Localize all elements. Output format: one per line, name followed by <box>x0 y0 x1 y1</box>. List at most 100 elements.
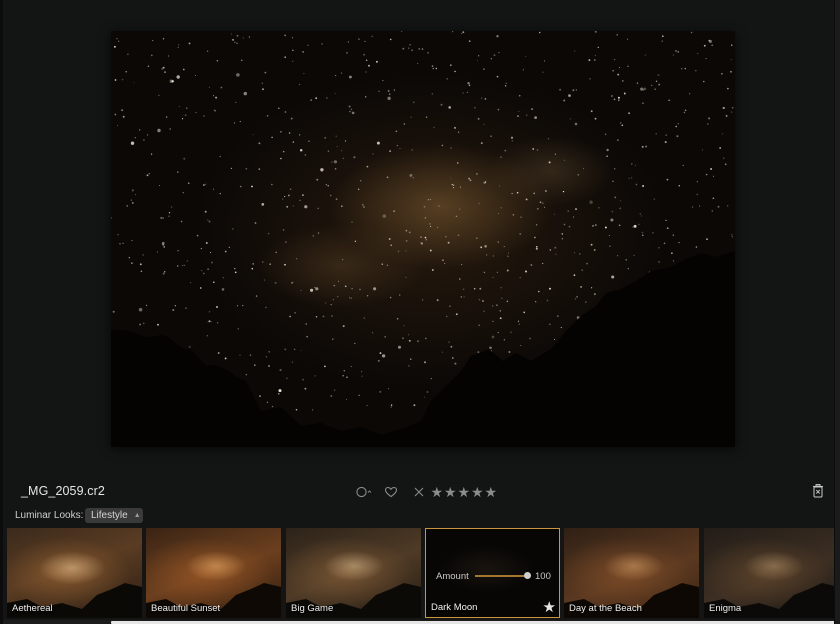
star-point <box>657 74 660 77</box>
star-point <box>205 242 208 244</box>
star-point <box>202 272 205 275</box>
star-point <box>160 216 163 219</box>
star-point <box>658 261 660 263</box>
filmstrip-scrollbar[interactable] <box>3 620 836 624</box>
star-point <box>411 149 413 151</box>
rating-star-2[interactable]: ★ <box>444 484 458 500</box>
star-point <box>284 34 286 37</box>
look-thumbnail-dark-moon[interactable]: Amount 100 Dark Moon ★ <box>425 528 560 618</box>
look-thumbnail-beautiful-sunset[interactable]: Beautiful Sunset <box>146 528 281 618</box>
star-point <box>178 44 180 46</box>
star-point <box>483 68 485 70</box>
star-point <box>731 235 734 238</box>
star-point <box>142 138 145 141</box>
star-point <box>186 260 189 262</box>
star-point <box>387 96 391 101</box>
star-point <box>523 311 526 314</box>
color-label-button[interactable] <box>355 484 373 500</box>
rating-star-3[interactable]: ★ <box>457 484 471 500</box>
star-point <box>632 226 634 228</box>
star-point <box>675 50 677 52</box>
star-point <box>421 242 423 245</box>
look-thumbnail-aethereal[interactable]: Aethereal <box>7 528 142 618</box>
star-point <box>187 182 190 185</box>
star-point <box>585 301 587 303</box>
star-point <box>332 338 334 340</box>
star-point <box>500 287 502 289</box>
star-point <box>245 167 248 170</box>
star-point <box>219 155 221 158</box>
star-point <box>282 229 285 231</box>
star-point <box>696 181 698 183</box>
star-point <box>420 236 422 239</box>
star-point <box>131 240 133 242</box>
star-point <box>405 229 408 232</box>
star-point <box>401 31 403 32</box>
star-point <box>717 205 720 208</box>
look-thumbnail-big-game[interactable]: Big Game <box>286 528 421 618</box>
star-point <box>332 299 334 301</box>
star-point <box>304 205 308 209</box>
star-point <box>710 168 713 170</box>
star-point <box>409 173 413 177</box>
star-point <box>504 85 507 87</box>
star-point <box>224 357 227 360</box>
star-point <box>466 91 468 93</box>
star-point <box>591 287 593 289</box>
star-point <box>386 176 389 179</box>
star-point <box>665 219 667 222</box>
amount-slider-handle[interactable] <box>524 572 531 579</box>
looks-category-dropdown[interactable]: Lifestyle ▲ <box>85 508 143 523</box>
star-point <box>162 272 165 275</box>
star-point <box>292 49 294 51</box>
star-point <box>497 108 500 111</box>
star-point <box>626 38 629 40</box>
look-thumbnail-enigma[interactable]: Enigma <box>704 528 839 618</box>
star-point <box>554 246 557 249</box>
delete-button[interactable] <box>811 483 825 499</box>
star-point <box>476 60 479 62</box>
rating-star-4[interactable]: ★ <box>471 484 485 500</box>
star-point <box>206 334 209 337</box>
star-point <box>208 220 211 223</box>
star-point <box>490 58 492 60</box>
star-point <box>619 200 621 202</box>
star-point <box>322 315 325 318</box>
star-point <box>461 33 463 35</box>
photo-info-bar: _MG_2059.cr2 ★ ★ ★ ★ ★ <box>3 478 834 506</box>
star-point <box>390 404 393 406</box>
star-point <box>535 247 538 250</box>
star-point <box>252 263 255 265</box>
star-point <box>618 99 620 101</box>
photo-filename: _MG_2059.cr2 <box>21 484 105 498</box>
main-photo[interactable] <box>111 31 735 447</box>
star-point <box>181 264 184 266</box>
reject-button[interactable] <box>412 484 426 500</box>
amount-slider[interactable] <box>475 571 531 581</box>
star-point <box>366 295 369 297</box>
star-point <box>121 78 124 81</box>
star-point <box>462 92 464 94</box>
star-point <box>305 323 307 325</box>
favorite-star-icon[interactable]: ★ <box>543 598 556 616</box>
star-point <box>164 271 166 273</box>
star-point <box>529 337 531 340</box>
star-point <box>148 173 150 175</box>
star-point <box>672 234 675 236</box>
star-point <box>280 130 282 133</box>
star-point <box>450 147 452 149</box>
star-point <box>183 264 185 266</box>
star-point <box>429 249 432 252</box>
star-point <box>341 258 344 261</box>
star-point <box>239 354 241 356</box>
star-point <box>133 82 135 84</box>
star-point <box>430 378 432 380</box>
look-thumbnail-day-at-the-beach[interactable]: Day at the Beach <box>564 528 699 618</box>
rating-star-5[interactable]: ★ <box>484 484 498 500</box>
favorite-button[interactable] <box>383 484 399 500</box>
star-point <box>562 190 565 193</box>
star-point <box>292 37 294 39</box>
star-point <box>426 391 429 393</box>
star-point <box>625 259 627 261</box>
rating-star-1[interactable]: ★ <box>430 484 444 500</box>
